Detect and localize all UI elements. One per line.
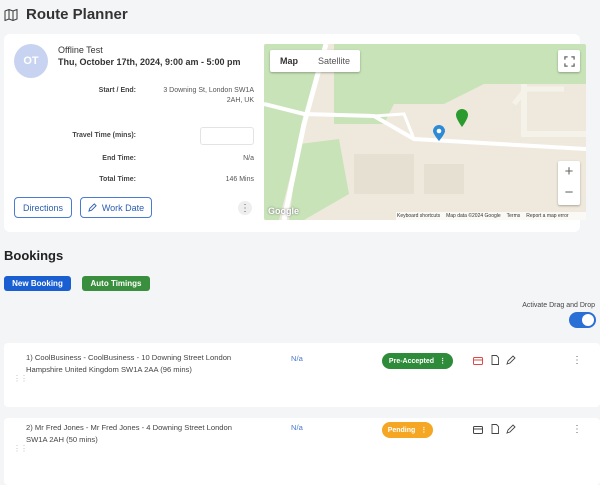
map-data-text: Map data ©2024 Google xyxy=(446,213,501,219)
drag-drop-toggle[interactable] xyxy=(569,312,596,328)
booking-row-line1: 2) Mr Fred Jones - Mr Fred Jones - 4 Dow… xyxy=(26,423,232,432)
map-icon xyxy=(4,8,18,22)
row-more-icon[interactable]: ⋮ xyxy=(572,424,582,435)
booking-row-description: 1) CoolBusiness - CoolBusiness - 10 Down… xyxy=(26,352,278,376)
pencil-icon xyxy=(88,203,97,212)
travel-time-input[interactable] xyxy=(200,127,254,145)
zoom-in-button[interactable]: + xyxy=(565,161,574,183)
edit-icon[interactable] xyxy=(506,424,516,434)
new-booking-button[interactable]: New Booking xyxy=(4,276,71,291)
edit-icon[interactable] xyxy=(506,355,516,365)
drag-handle-icon[interactable]: ⋮⋮ xyxy=(13,374,28,383)
map-tab[interactable]: Map xyxy=(270,50,308,72)
work-date-button[interactable]: Work Date xyxy=(80,197,152,218)
toggle-knob xyxy=(582,314,594,326)
fullscreen-icon[interactable] xyxy=(558,50,580,72)
satellite-tab[interactable]: Satellite xyxy=(308,50,360,72)
appointment-datetime: Thu, October 17th, 2024, 9:00 am - 5:00 … xyxy=(58,57,241,67)
status-badge[interactable]: Pre-Accepted ⋮ xyxy=(382,353,453,369)
work-date-label: Work Date xyxy=(101,202,145,213)
directions-button[interactable]: Directions xyxy=(14,197,72,218)
start-end-label: Start / End: xyxy=(98,87,136,94)
user-location-icon xyxy=(433,125,445,141)
booking-row-description: 2) Mr Fred Jones - Mr Fred Jones - 4 Dow… xyxy=(26,422,278,446)
travel-time-label: Travel Time (mins): xyxy=(72,132,136,139)
booking-row-line2: SW1A 2AH (50 mins) xyxy=(26,435,98,444)
start-end-value-line2: 2AH, UK xyxy=(226,97,254,104)
status-badge[interactable]: Pending ⋮ xyxy=(382,422,433,438)
zoom-controls: + − xyxy=(558,161,580,205)
document-icon[interactable] xyxy=(490,424,500,434)
status-label: Pending xyxy=(387,426,416,434)
status-label: Pre-Accepted xyxy=(388,357,435,365)
report-error-link[interactable]: Report a map error xyxy=(526,213,568,219)
fullscreen-glyph-icon xyxy=(563,55,575,67)
status-menu-icon: ⋮ xyxy=(420,427,428,434)
bookings-title: Bookings xyxy=(4,248,64,263)
status-menu-icon: ⋮ xyxy=(439,358,447,365)
document-icon[interactable] xyxy=(490,355,500,365)
end-time-value: N/a xyxy=(243,155,254,162)
map-type-tabs: Map Satellite xyxy=(270,50,361,72)
auto-timings-button[interactable]: Auto Timings xyxy=(82,276,150,291)
client-name: Offline Test xyxy=(58,45,103,55)
row-more-icon[interactable]: ⋮ xyxy=(572,355,582,366)
end-time-label: End Time: xyxy=(102,155,136,162)
drag-drop-label: Activate Drag and Drop xyxy=(522,302,595,309)
booking-row-line2: Hampshire United Kingdom SW1A 2AA (96 mi… xyxy=(26,365,192,374)
card-icon[interactable] xyxy=(473,356,483,366)
card-icon[interactable] xyxy=(473,425,483,435)
terms-link[interactable]: Terms xyxy=(507,213,521,219)
keyboard-shortcuts-link[interactable]: Keyboard shortcuts xyxy=(397,213,440,219)
location-pin-icon[interactable] xyxy=(455,108,469,128)
total-time-value: 146 Mins xyxy=(225,176,254,183)
drag-handle-icon[interactable]: ⋮⋮ xyxy=(13,444,28,453)
booking-travel-link[interactable]: N/a xyxy=(291,354,303,363)
booking-travel-link[interactable]: N/a xyxy=(291,423,303,432)
map-footer: Keyboard shortcuts Map data ©2024 Google… xyxy=(396,212,586,220)
directions-label: Directions xyxy=(22,202,63,213)
booking-row-line1: 1) CoolBusiness - CoolBusiness - 10 Down… xyxy=(26,353,232,362)
total-time-label: Total Time: xyxy=(99,176,136,183)
page-title: Route Planner xyxy=(26,6,128,23)
start-end-value-line1: 3 Downing St, London SW1A xyxy=(163,87,254,94)
avatar: OT xyxy=(14,44,48,78)
more-options-icon[interactable]: ⋮ xyxy=(238,201,252,215)
google-logo: Google xyxy=(268,206,299,216)
zoom-out-button[interactable]: − xyxy=(565,183,574,205)
